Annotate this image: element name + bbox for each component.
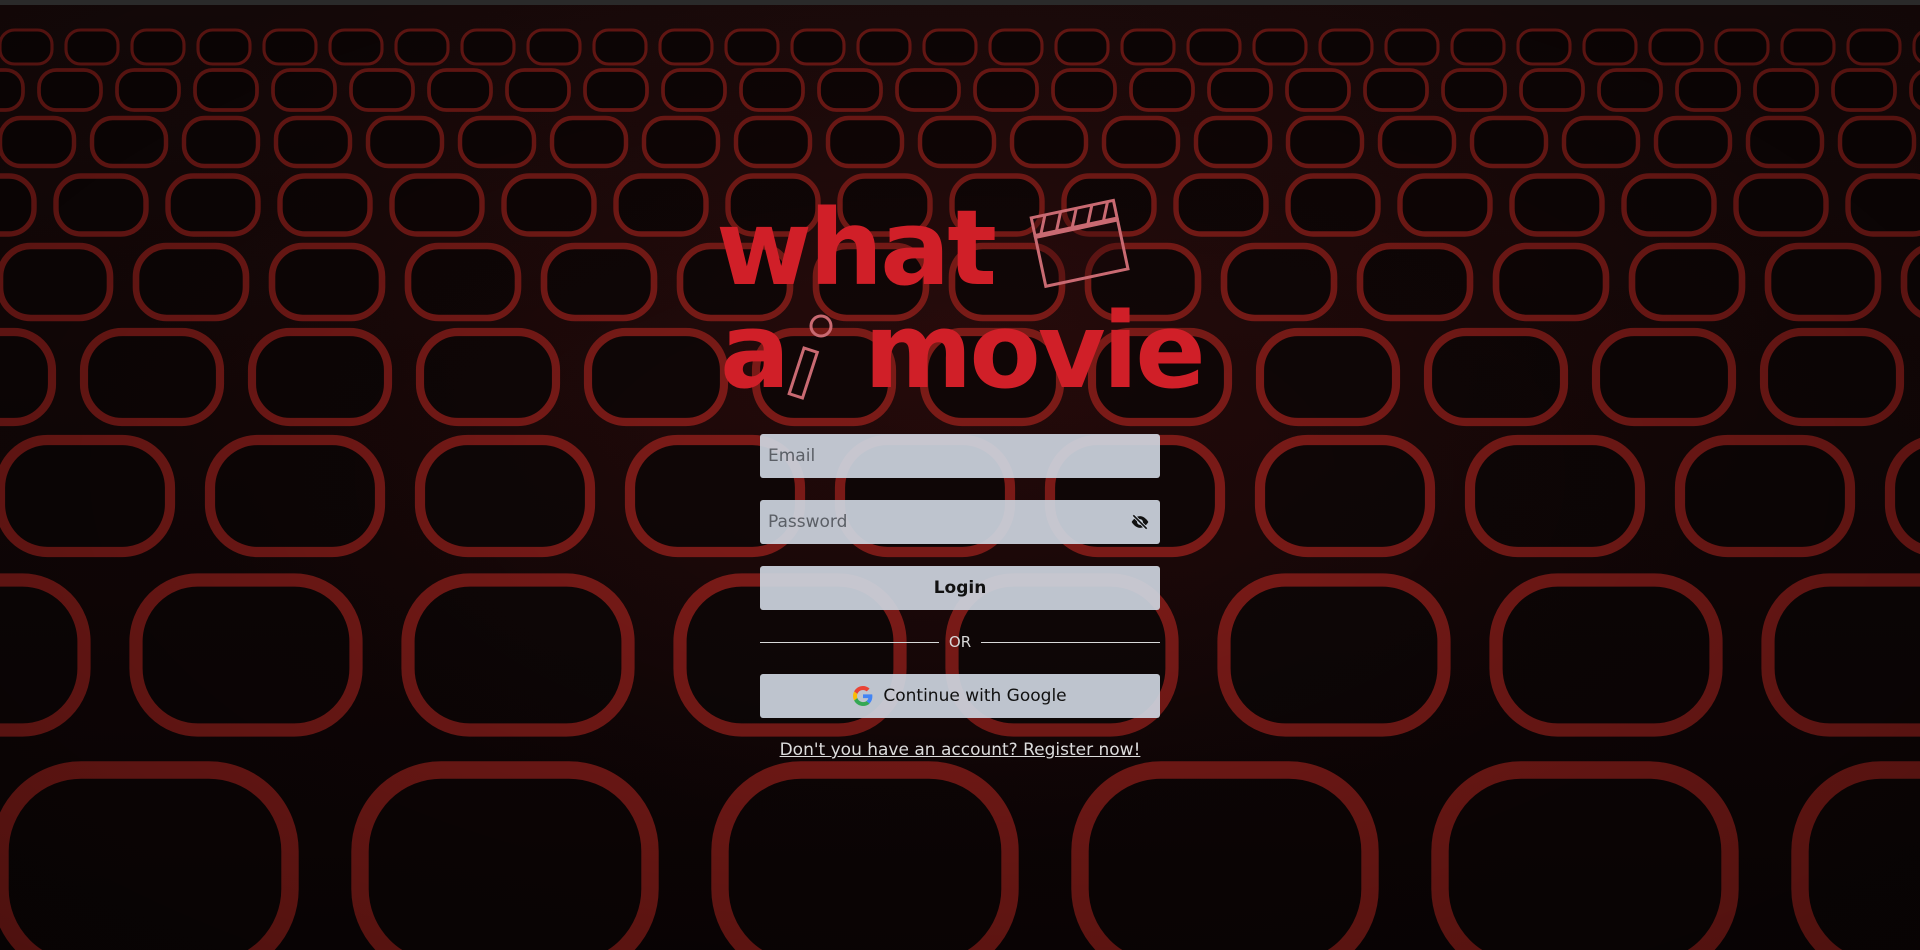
- register-link[interactable]: Don't you have an account? Register now!: [760, 740, 1160, 760]
- divider-line-left: [760, 641, 939, 643]
- google-signin-button[interactable]: Continue with Google: [760, 674, 1160, 718]
- login-form: Login OR Continue with Google Don't you …: [760, 434, 1161, 760]
- divider-line-right: [981, 641, 1161, 643]
- clapperboard-icon: [787, 198, 1130, 400]
- login-page: what a movie Email Login OR Continue wit…: [0, 0, 1920, 950]
- login-button[interactable]: Login: [760, 566, 1160, 610]
- browser-top-bar: [0, 0, 1920, 5]
- password-input[interactable]: [760, 500, 1160, 544]
- or-label: OR: [948, 633, 972, 651]
- google-button-label: Continue with Google: [883, 686, 1067, 706]
- eye-slash-icon[interactable]: [1130, 512, 1150, 532]
- email-input[interactable]: [760, 434, 1160, 478]
- app-logo: what a movie: [712, 196, 1206, 411]
- or-divider: OR: [760, 630, 1161, 654]
- email-field-wrapper: [760, 434, 1160, 478]
- password-field-wrapper: [760, 500, 1160, 544]
- google-icon: [853, 686, 873, 706]
